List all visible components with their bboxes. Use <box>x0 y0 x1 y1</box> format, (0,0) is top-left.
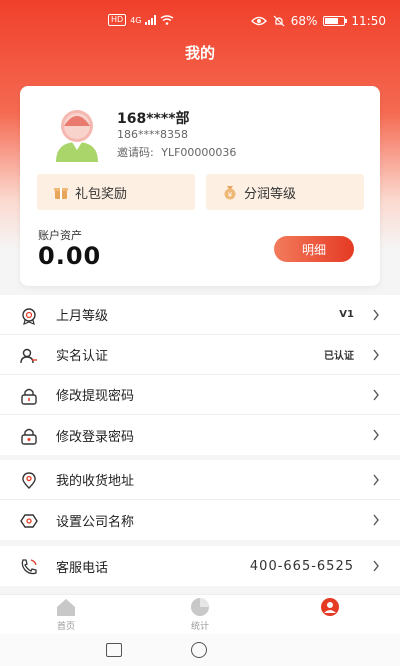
verify-status: 已认证 <box>324 351 354 362</box>
lock-icon <box>21 428 37 445</box>
detail-button[interactable]: 明细 <box>274 236 354 262</box>
invite-code-row: 邀请码: YLF00000036 <box>117 144 236 160</box>
chevron-right-icon <box>373 429 379 441</box>
battery-icon <box>323 16 348 26</box>
clock: 11:50 <box>351 14 386 28</box>
menu-item-last-month-level[interactable]: 上月等级 V1 <box>0 295 400 335</box>
menu-item-real-name-verify[interactable]: 实名认证 已认证 <box>0 335 400 375</box>
menu-label: 我的收货地址 <box>56 474 135 489</box>
menu-item-login-password[interactable]: 修改登录密码 <box>0 415 400 455</box>
home-icon <box>57 599 75 616</box>
gift-reward-label: 礼包奖励 <box>75 186 128 202</box>
tab-home-label: 首页 <box>56 622 75 632</box>
menu-group-service: 客服电话 400-665-6525 <box>0 546 400 586</box>
level-badge-icon <box>22 308 36 325</box>
menu-item-service-phone[interactable]: 客服电话 400-665-6525 <box>0 546 400 586</box>
menu-label: 上月等级 <box>56 309 109 324</box>
profit-level-label: 分润等级 <box>244 186 297 202</box>
chevron-right-icon <box>373 309 379 321</box>
company-icon <box>20 514 38 528</box>
user-phone: 186****8358 <box>117 128 188 141</box>
tab-home[interactable]: 首页 <box>36 597 96 632</box>
mute-bell-icon <box>273 15 285 27</box>
eye-icon <box>250 16 267 26</box>
menu-label: 实名认证 <box>56 349 109 364</box>
tab-mine[interactable] <box>300 597 360 619</box>
tab-stats[interactable]: 统计 <box>170 597 230 632</box>
page-title: 我的 <box>184 44 215 62</box>
user-icon <box>321 598 339 616</box>
menu-label: 修改登录密码 <box>56 429 135 445</box>
service-phone-number: 400-665-6525 <box>249 558 354 574</box>
chevron-right-icon <box>373 560 379 572</box>
chevron-right-icon <box>373 349 379 361</box>
menu-item-withdraw-password[interactable]: 修改提现密码 <box>0 375 400 415</box>
menu-label: 客服电话 <box>56 560 109 576</box>
avatar <box>56 110 98 162</box>
money-bag-icon: ¥ <box>224 186 236 200</box>
menu-group-account: 上月等级 V1 实名认证 已认证 修改提现密码 修改登录密码 <box>0 295 400 455</box>
chevron-right-icon <box>373 389 379 401</box>
network-type: 4G <box>130 15 142 25</box>
pie-chart-icon <box>191 598 209 616</box>
status-right: 68% 11:50 <box>250 14 386 28</box>
lock-icon <box>21 388 37 405</box>
chevron-right-icon <box>373 514 379 526</box>
hd-badge: HD <box>108 14 127 26</box>
gift-reward-button[interactable]: 礼包奖励 <box>37 174 195 210</box>
chevron-right-icon <box>373 474 379 486</box>
signal-icon <box>145 15 157 25</box>
gift-icon <box>54 188 68 199</box>
asset-value: 0.00 <box>38 242 102 270</box>
tab-stats-label: 统计 <box>190 622 209 632</box>
bottom-tab-bar: 首页 统计 <box>0 594 400 634</box>
recent-apps-button[interactable] <box>106 643 122 657</box>
invite-label: 邀请码: <box>117 146 154 159</box>
home-button[interactable] <box>191 642 207 658</box>
asset-label: 账户资产 <box>38 229 82 242</box>
menu-item-company-name[interactable]: 设置公司名称 <box>0 500 400 540</box>
menu-label: 设置公司名称 <box>56 514 135 530</box>
location-icon <box>22 472 36 489</box>
svg-text:¥: ¥ <box>228 191 233 199</box>
user-verify-icon <box>20 348 37 364</box>
menu-item-shipping-address[interactable]: 我的收货地址 <box>0 460 400 500</box>
level-value: V1 <box>339 309 354 320</box>
menu-label: 修改提现密码 <box>56 389 135 404</box>
profit-level-button[interactable]: ¥ 分润等级 <box>206 174 364 210</box>
profile-card: 168****部 186****8358 邀请码: YLF00000036 礼包… <box>20 86 380 286</box>
menu-group-address: 我的收货地址 设置公司名称 <box>0 460 400 540</box>
system-nav-bar <box>0 634 400 666</box>
invite-code[interactable]: YLF00000036 <box>161 146 236 159</box>
battery-percent: 68% <box>290 14 318 28</box>
status-bar: HD 4G 68% 11:50 <box>0 0 400 40</box>
phone-icon <box>21 559 37 575</box>
user-name: 168****部 <box>117 111 190 127</box>
status-left: HD 4G <box>108 14 174 26</box>
wifi-icon <box>161 15 174 25</box>
